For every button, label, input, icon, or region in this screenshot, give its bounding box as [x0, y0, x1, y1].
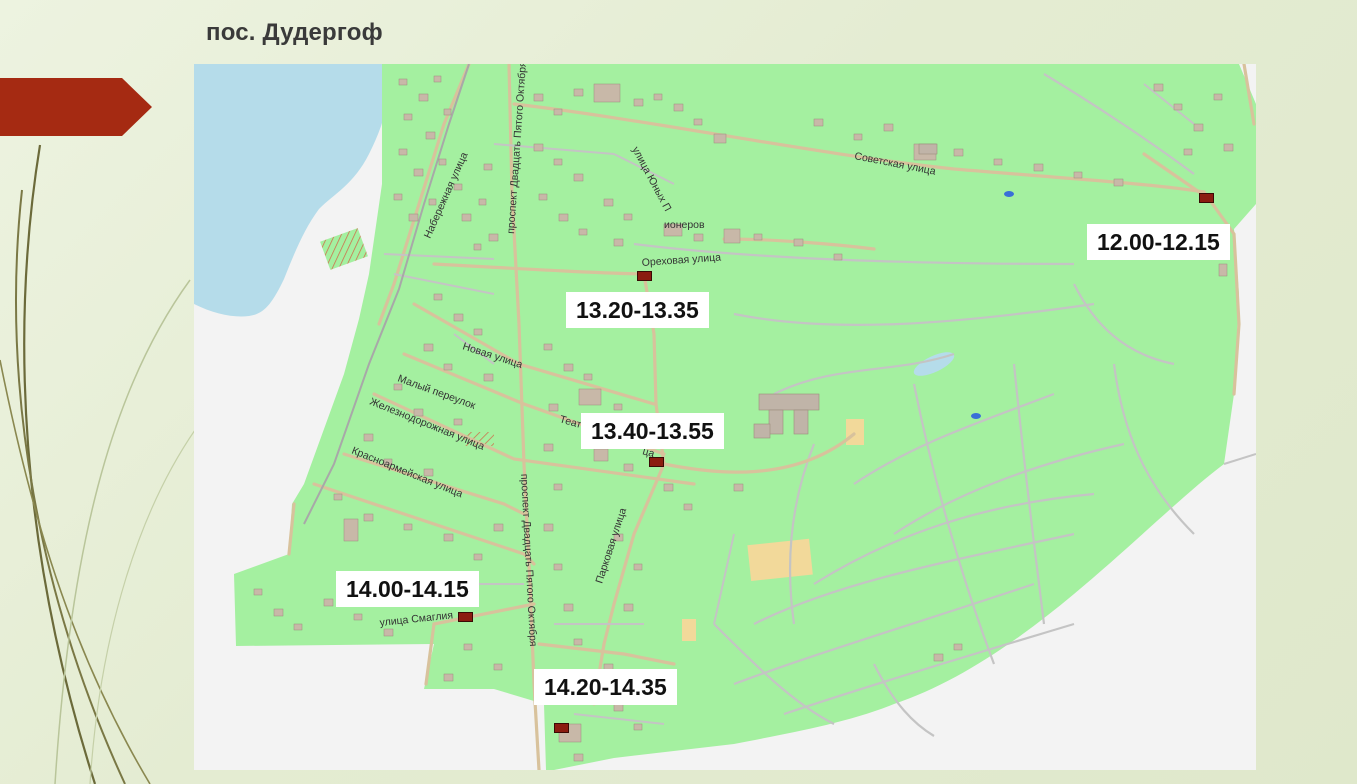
decorative-curves: [0, 144, 196, 784]
stop-marker-1[interactable]: [1199, 193, 1214, 203]
stop-time-label-3: 13.40-13.55: [581, 413, 724, 449]
map-area[interactable]: Набережная улица проспект Двадцать Пятог…: [194, 64, 1256, 770]
pond-2: [1004, 191, 1014, 197]
stop-time-label-4: 14.00-14.15: [336, 571, 479, 607]
stop-time-label-2: 13.20-13.35: [566, 292, 709, 328]
map-svg[interactable]: Набережная улица проспект Двадцать Пятог…: [194, 64, 1256, 770]
stop-time-label-1: 12.00-12.15: [1087, 224, 1230, 260]
sand-area-2: [846, 419, 864, 445]
slide-title: пос. Дудергоф: [206, 19, 383, 46]
stop-marker-5[interactable]: [554, 723, 569, 733]
stop-marker-2[interactable]: [637, 271, 652, 281]
pond-3: [971, 413, 981, 419]
stop-time-label-5: 14.20-14.35: [534, 669, 677, 705]
arrow-banner: [0, 78, 152, 136]
sand-area-1: [747, 538, 813, 582]
stop-marker-4[interactable]: [458, 612, 473, 622]
street-label-yunykh-pionerov-b: ионеров: [664, 219, 705, 231]
sand-area-3: [682, 619, 696, 641]
stop-marker-3[interactable]: [649, 457, 664, 467]
banner-shape: [0, 78, 152, 136]
